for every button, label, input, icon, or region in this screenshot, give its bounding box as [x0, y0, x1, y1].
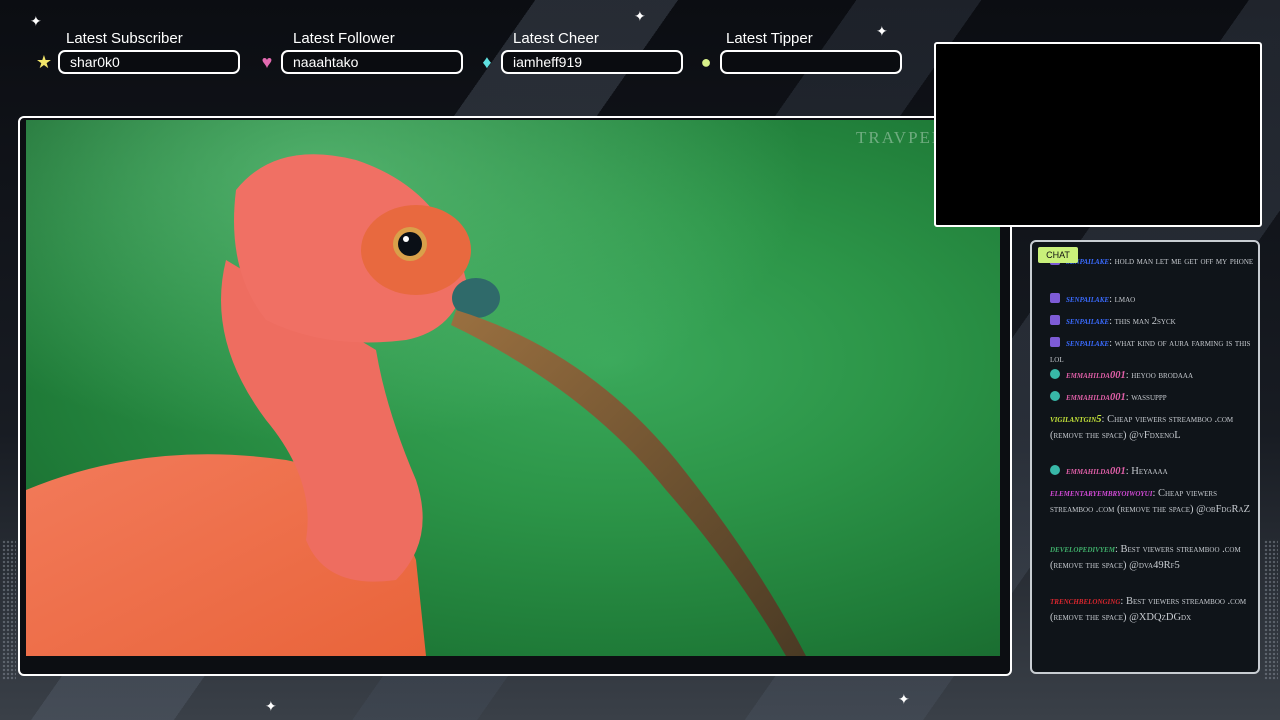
chat-username[interactable]: emmahilda001	[1066, 392, 1126, 403]
chat-message: trenchbelonging: Best viewers streamboo …	[1050, 594, 1258, 626]
chat-username[interactable]: vigilantgin5	[1050, 414, 1102, 425]
latest-follower-title: Latest Follower	[293, 30, 395, 47]
latest-tipper-value	[720, 50, 902, 74]
latest-follower-value: naaahtako	[281, 50, 463, 74]
heart-icon: ♥	[261, 52, 273, 72]
chat-message: vigilantgin5: Cheap viewers streamboo .c…	[1050, 412, 1258, 444]
cheer-badge-icon	[1050, 391, 1060, 401]
chat-username[interactable]: trenchbelonging	[1050, 596, 1120, 607]
sparkle-icon: ✦	[634, 8, 646, 24]
latest-cheer-title: Latest Cheer	[513, 30, 599, 47]
sparkle-icon: ✦	[898, 691, 910, 707]
chat-username[interactable]: senpailake	[1066, 294, 1109, 305]
dot-pattern	[2, 540, 16, 680]
sparkle-icon: ✦	[30, 13, 42, 29]
chat-message: senpailake: what kind of aura farming is…	[1050, 336, 1258, 368]
sub-badge-icon	[1050, 293, 1060, 303]
chat-username[interactable]: developedivyem	[1050, 544, 1115, 555]
chat-message: emmahilda001: heyoo brodaaa	[1050, 368, 1258, 384]
latest-subscriber-title: Latest Subscriber	[66, 30, 183, 47]
chat-username[interactable]: emmahilda001	[1066, 466, 1126, 477]
sparkle-icon: ✦	[265, 698, 277, 714]
chat-text: this man 2syck	[1114, 316, 1176, 327]
chat-message: senpailake: lmao	[1050, 292, 1258, 308]
webcam-frame	[934, 42, 1262, 227]
chat-text: lmao	[1114, 294, 1136, 305]
dot-pattern	[1264, 540, 1278, 680]
sub-badge-icon	[1050, 315, 1060, 325]
chat-text: Heyaaaa	[1131, 466, 1168, 477]
cheer-badge-icon	[1050, 465, 1060, 475]
chat-username[interactable]: elementaryembryoiwoyui	[1050, 488, 1152, 499]
star-icon: ★	[35, 52, 53, 72]
cheer-badge-icon	[1050, 369, 1060, 379]
chat-text: hold man let me get off my phone	[1114, 256, 1254, 267]
latest-tipper-title: Latest Tipper	[726, 30, 813, 47]
sub-badge-icon	[1050, 337, 1060, 347]
chat-username[interactable]: senpailake	[1066, 338, 1109, 349]
video-feed: TRAVPEDIA	[26, 120, 1000, 656]
chat-message: emmahilda001: Heyaaaa	[1050, 464, 1258, 480]
chat-username[interactable]: emmahilda001	[1066, 370, 1126, 381]
coin-icon: ●	[700, 52, 712, 72]
chat-text: wassuppp	[1131, 392, 1167, 403]
chat-message: developedivyem: Best viewers streamboo .…	[1050, 542, 1258, 574]
latest-subscriber-value: shar0k0	[58, 50, 240, 74]
gem-icon: ♦	[482, 52, 492, 72]
sparkle-icon: ✦	[876, 23, 888, 39]
chat-message: emmahilda001: wassuppp	[1050, 390, 1258, 406]
chat-label: CHAT	[1038, 247, 1078, 263]
chat-message: senpailake: hold man let me get off my p…	[1050, 254, 1258, 270]
chat-message: elementaryembryoiwoyui: Cheap viewers st…	[1050, 486, 1258, 518]
chat-text: heyoo brodaaa	[1131, 370, 1194, 381]
latest-cheer-value: iamheff919	[501, 50, 683, 74]
chat-username[interactable]: senpailake	[1066, 316, 1109, 327]
chat-panel: senpailake: hold man let me get off my p…	[1030, 240, 1260, 674]
chat-message: senpailake: this man 2syck	[1050, 314, 1258, 330]
ibis-image	[26, 120, 1000, 656]
